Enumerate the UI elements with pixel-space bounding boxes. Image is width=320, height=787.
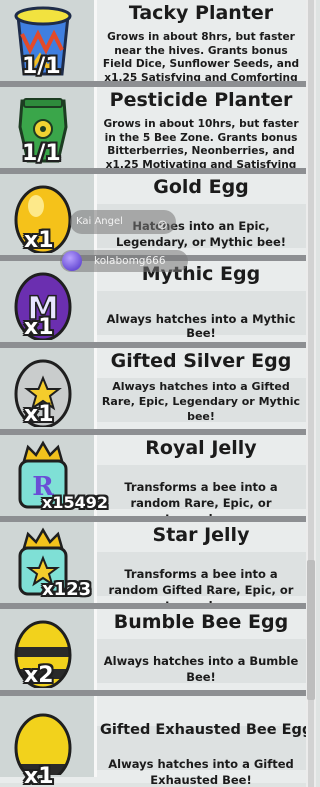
item-title: Gifted Exhausted Bee Egg: [100, 722, 306, 738]
inventory-list: Tacky Planter Grows in about 8hrs, but f…: [0, 0, 306, 787]
item-quantity: 1/1: [22, 54, 61, 79]
player-name-tag: Kai Angel ⊘: [70, 210, 176, 234]
inventory-item-gifted-exhausted-bee-egg[interactable]: Gifted Exhausted Bee Egg Always hatches …: [0, 696, 306, 787]
player-username-tag: kolabomg666: [60, 250, 188, 272]
item-description: Always hatches into a Gifted Exhausted B…: [108, 757, 294, 787]
item-description: Always hatches into a Gifted Rare, Epic,…: [101, 380, 301, 423]
item-quantity: x2: [24, 663, 54, 688]
item-description: Always hatches into a Mythic Bee!: [106, 312, 296, 340]
item-title: Royal Jelly: [145, 437, 257, 459]
inventory-item-star-jelly[interactable]: Star Jelly Transforms a bee into a rando…: [0, 522, 306, 613]
inventory-item-gifted-silver-egg[interactable]: Gifted Silver Egg Always hatches into a …: [0, 348, 306, 435]
inventory-item-royal-jelly[interactable]: R Royal Jelly Transforms a bee into a ra…: [0, 435, 306, 526]
item-title: Bumble Bee Egg: [113, 611, 289, 633]
item-quantity: x1: [24, 315, 54, 340]
item-quantity: x1: [24, 764, 54, 787]
inventory-item-bumble-bee-egg[interactable]: Bumble Bee Egg Always hatches into a Bum…: [0, 609, 306, 696]
item-description: Always hatches into a Bumble Bee!: [103, 654, 299, 684]
inventory-item-pesticide-planter[interactable]: Pesticide Planter Grows in about 10hrs, …: [0, 87, 306, 184]
item-title: Gifted Silver Egg: [110, 350, 292, 372]
player-username-label: kolabomg666: [94, 255, 166, 267]
item-quantity: 1/1: [22, 141, 61, 166]
item-quantity: x1: [24, 228, 54, 253]
item-title: Tacky Planter: [128, 2, 274, 24]
scrollbar[interactable]: [306, 0, 316, 787]
item-title: Pesticide Planter: [109, 89, 293, 111]
mute-icon: ⊘: [157, 218, 168, 233]
avatar: [62, 251, 82, 271]
scrollbar-thumb[interactable]: [307, 560, 315, 700]
inventory-item-tacky-planter[interactable]: Tacky Planter Grows in about 8hrs, but f…: [0, 0, 306, 97]
inventory-item-mythic-egg[interactable]: M Mythic Egg Always hatches into a Mythi…: [0, 261, 306, 348]
item-quantity: x123: [42, 579, 92, 600]
item-quantity: x15492: [42, 493, 108, 512]
item-title: Star Jelly: [152, 524, 250, 546]
player-name-label: Kai Angel: [76, 216, 123, 227]
item-title: Gold Egg: [153, 176, 249, 198]
item-quantity: x1: [24, 402, 54, 427]
